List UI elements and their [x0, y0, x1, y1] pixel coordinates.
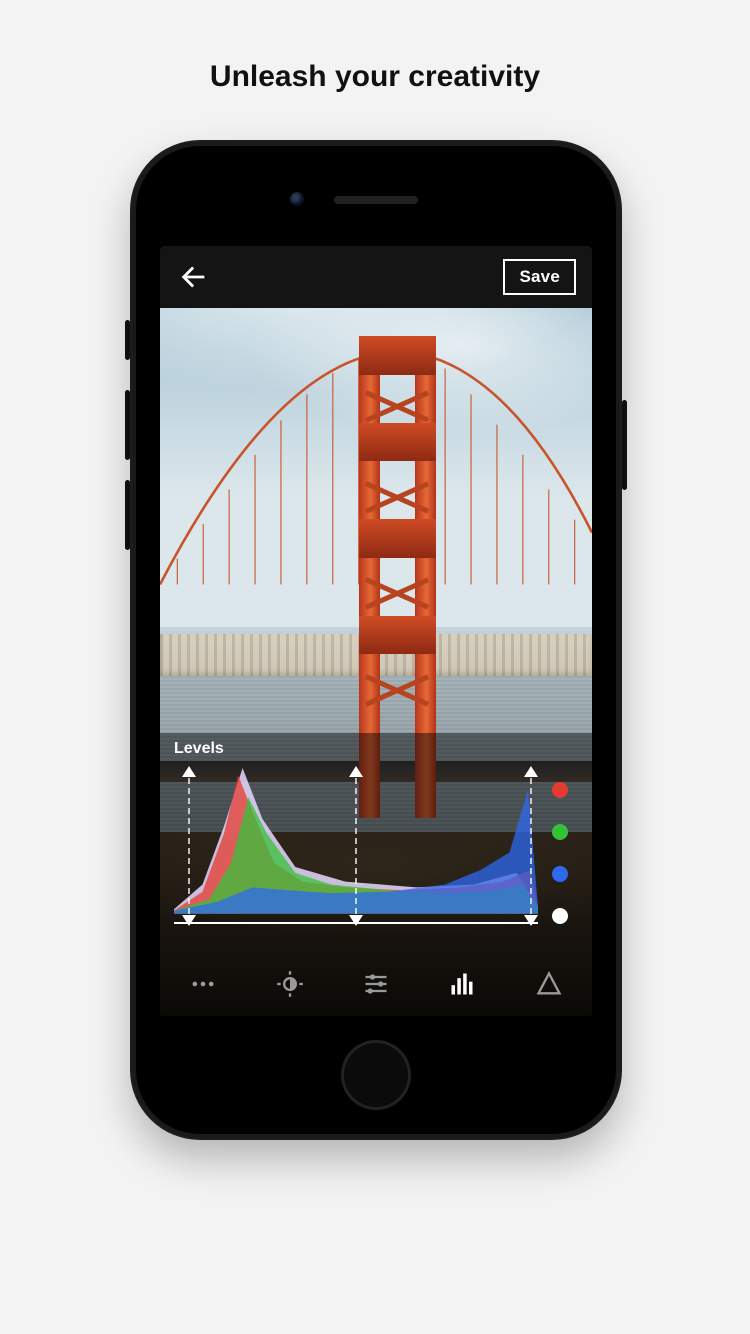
- home-button[interactable]: [341, 1040, 411, 1110]
- app-screen: Save: [160, 246, 592, 1016]
- tool-light[interactable]: [270, 964, 310, 1004]
- highlight-handle-top[interactable]: [524, 766, 538, 777]
- shadow-handle-top[interactable]: [182, 766, 196, 777]
- photo-canvas[interactable]: Levels: [160, 308, 592, 1016]
- panel-title: Levels: [174, 740, 224, 758]
- tool-levels[interactable]: [442, 964, 482, 1004]
- more-icon: [189, 970, 217, 998]
- channel-green[interactable]: [552, 824, 568, 840]
- speaker: [334, 196, 418, 204]
- mid-handle-top[interactable]: [349, 766, 363, 777]
- device-frame: Save: [130, 140, 622, 1140]
- tool-sliders[interactable]: [356, 964, 396, 1004]
- levels-histogram[interactable]: [174, 768, 538, 924]
- mid-guide: [355, 768, 357, 924]
- back-button[interactable]: [176, 260, 210, 294]
- tool-more[interactable]: [183, 964, 223, 1004]
- app-bar: Save: [160, 246, 592, 308]
- mute-switch: [125, 320, 130, 360]
- back-arrow-icon: [176, 260, 210, 294]
- power-button: [622, 400, 627, 490]
- exposure-icon: [276, 970, 304, 998]
- shadow-guide: [188, 768, 190, 924]
- sliders-icon: [362, 970, 390, 998]
- triangle-icon: [535, 970, 563, 998]
- mid-handle-bottom[interactable]: [349, 915, 363, 926]
- shadow-handle-bottom[interactable]: [182, 915, 196, 926]
- marketing-title: Unleash your creativity: [0, 60, 750, 94]
- vol-up: [125, 390, 130, 460]
- channel-luma[interactable]: [552, 908, 568, 924]
- histogram-icon: [448, 970, 476, 998]
- vol-down: [125, 480, 130, 550]
- save-button[interactable]: Save: [503, 259, 576, 295]
- edit-toolbar: [160, 952, 592, 1016]
- tool-sharpen[interactable]: [529, 964, 569, 1004]
- channel-picker: [552, 782, 574, 924]
- highlight-handle-bottom[interactable]: [524, 915, 538, 926]
- channel-red[interactable]: [552, 782, 568, 798]
- highlight-guide: [530, 768, 532, 924]
- front-camera: [290, 192, 304, 206]
- channel-blue[interactable]: [552, 866, 568, 882]
